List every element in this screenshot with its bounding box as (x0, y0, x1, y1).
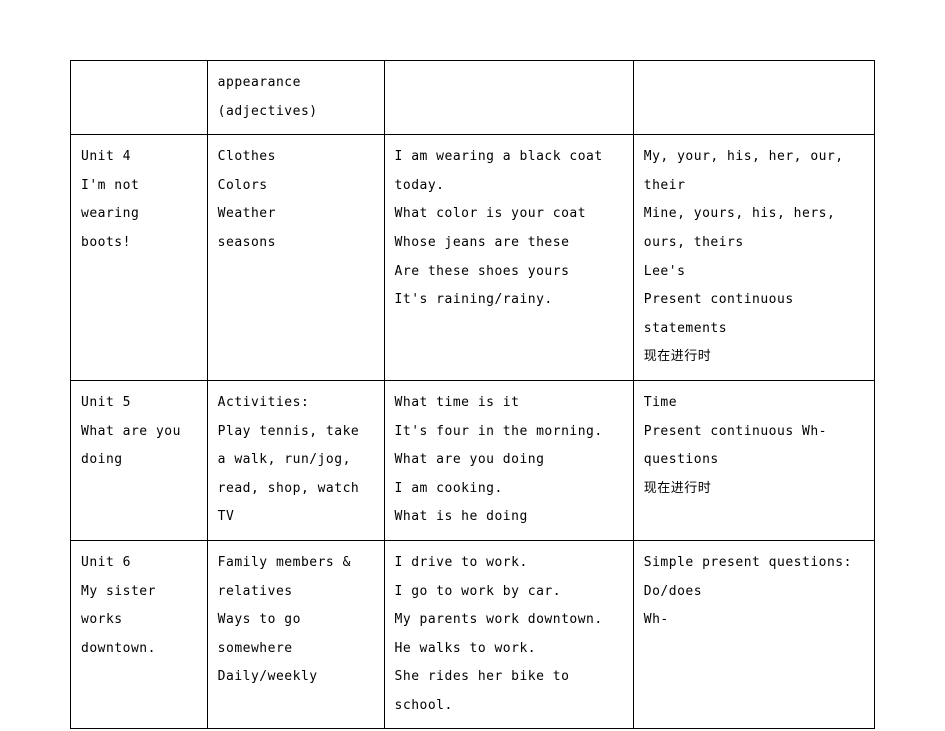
sentences-cell (384, 61, 633, 135)
unit-cell: Unit 4 I'm not wearing boots! (71, 135, 208, 381)
cell-line: Colors (218, 172, 374, 201)
cell-line: My sister works downtown. (81, 578, 197, 664)
cell-line: Ways to go somewhere (218, 606, 374, 663)
sentences-cell: I drive to work. I go to work by car. My… (384, 540, 633, 729)
cell-line: Activities: (218, 389, 374, 418)
cell-line: Wh- (644, 606, 864, 635)
cell-line: My, your, his, her, our, their (644, 143, 864, 200)
table-row: Unit 4 I'm not wearing boots! Clothes Co… (71, 135, 875, 381)
table-row: Unit 6 My sister works downtown. Family … (71, 540, 875, 729)
topics-cell: appearance (adjectives) (207, 61, 384, 135)
cell-line: Clothes (218, 143, 374, 172)
cell-line: Are these shoes yours (395, 258, 623, 287)
cell-line: Unit 5 (81, 389, 197, 418)
cell-line: I'm not wearing boots! (81, 172, 197, 258)
cell-line: Lee's (644, 258, 864, 287)
cell-line: appearance (218, 69, 374, 98)
table-row: Unit 5 What are you doing Activities: Pl… (71, 380, 875, 540)
curriculum-table: appearance (adjectives) Unit 4 I'm not w… (70, 60, 875, 729)
cell-line: seasons (218, 229, 374, 258)
unit-cell: Unit 6 My sister works downtown. (71, 540, 208, 729)
cell-line: What are you doing (395, 446, 623, 475)
topics-cell: Activities: Play tennis, take a walk, ru… (207, 380, 384, 540)
cell-line: Time (644, 389, 864, 418)
cell-line: I drive to work. (395, 549, 623, 578)
cell-line: Unit 6 (81, 549, 197, 578)
cell-line: (adjectives) (218, 98, 374, 127)
table-row: appearance (adjectives) (71, 61, 875, 135)
cell-line: He walks to work. (395, 635, 623, 664)
grammar-cell (633, 61, 874, 135)
cell-line: What are you doing (81, 418, 197, 475)
grammar-cell: Time Present continuous Wh-questions 现在进… (633, 380, 874, 540)
sentences-cell: I am wearing a black coat today. What co… (384, 135, 633, 381)
cell-line: 现在进行时 (644, 343, 864, 372)
cell-line: Whose jeans are these (395, 229, 623, 258)
cell-line: 现在进行时 (644, 475, 864, 504)
cell-line: Family members & relatives (218, 549, 374, 606)
cell-line: I go to work by car. (395, 578, 623, 607)
cell-line: Play tennis, take a walk, run/jog, read,… (218, 418, 374, 532)
cell-line: I am cooking. (395, 475, 623, 504)
unit-cell: Unit 5 What are you doing (71, 380, 208, 540)
cell-line: What color is your coat (395, 200, 623, 229)
topics-cell: Clothes Colors Weather seasons (207, 135, 384, 381)
grammar-cell: Simple present questions: Do/does Wh- (633, 540, 874, 729)
cell-line: What time is it (395, 389, 623, 418)
topics-cell: Family members & relatives Ways to go so… (207, 540, 384, 729)
unit-cell (71, 61, 208, 135)
sentences-cell: What time is it It's four in the morning… (384, 380, 633, 540)
cell-line: It's raining/rainy. (395, 286, 623, 315)
cell-line: I am wearing a black coat today. (395, 143, 623, 200)
cell-line: Mine, yours, his, hers, ours, theirs (644, 200, 864, 257)
cell-line: Simple present questions: (644, 549, 864, 578)
cell-line: Daily/weekly (218, 663, 374, 692)
cell-line: She rides her bike to school. (395, 663, 623, 720)
cell-line: My parents work downtown. (395, 606, 623, 635)
cell-line: Present continuous statements (644, 286, 864, 343)
cell-line: It's four in the morning. (395, 418, 623, 447)
cell-line: Present continuous Wh-questions (644, 418, 864, 475)
cell-line: Do/does (644, 578, 864, 607)
cell-line: What is he doing (395, 503, 623, 532)
cell-line: Weather (218, 200, 374, 229)
cell-line: Unit 4 (81, 143, 197, 172)
grammar-cell: My, your, his, her, our, their Mine, you… (633, 135, 874, 381)
